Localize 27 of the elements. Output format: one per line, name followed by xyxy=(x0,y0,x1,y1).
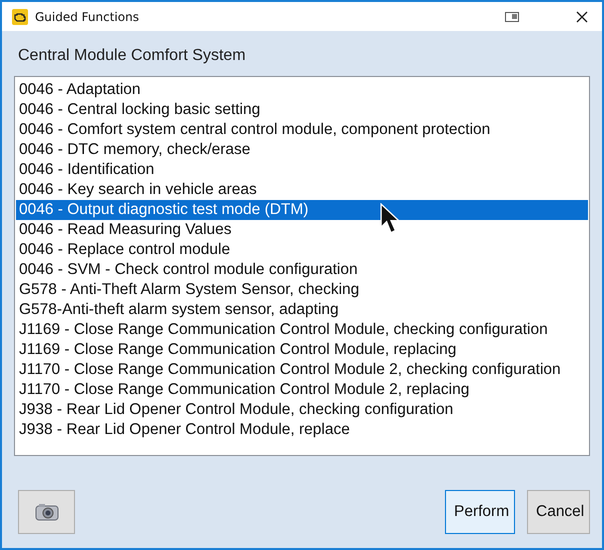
function-item[interactable]: J1170 - Close Range Communication Control Module 2, checking configuration xyxy=(16,360,588,380)
function-item[interactable]: 0046 - Adaptation xyxy=(16,80,588,100)
function-item[interactable]: 0046 - SVM - Check control module configuration xyxy=(16,260,588,280)
function-item[interactable]: 0046 - Key search in vehicle areas xyxy=(16,180,588,200)
close-icon[interactable] xyxy=(576,10,588,22)
camera-icon xyxy=(34,503,58,521)
section-heading: Central Module Comfort System xyxy=(18,47,247,65)
window-title: Guided Functions xyxy=(35,10,140,24)
cancel-button[interactable]: Cancel xyxy=(527,490,590,534)
screenshot-button[interactable] xyxy=(18,490,75,534)
perform-button[interactable]: Perform xyxy=(445,490,515,534)
function-item[interactable]: G578-Anti-theft alarm system sensor, adapting xyxy=(16,300,588,320)
function-item[interactable]: J1169 - Close Range Communication Control Module, replacing xyxy=(16,340,588,360)
function-item[interactable]: 0046 - Read Measuring Values xyxy=(16,220,588,240)
function-item[interactable]: J938 - Rear Lid Opener Control Module, replace xyxy=(16,420,588,440)
function-item[interactable]: 0046 - DTC memory, check/erase xyxy=(16,140,588,160)
function-item[interactable]: 0046 - Replace control module xyxy=(16,240,588,260)
function-item[interactable]: 0046 - Central locking basic setting xyxy=(16,100,588,120)
function-item[interactable]: J1170 - Close Range Communication Control Module 2, replacing xyxy=(16,380,588,400)
function-item[interactable]: 0046 - Identification xyxy=(16,160,588,180)
engine-icon xyxy=(12,8,28,24)
function-item[interactable]: J938 - Rear Lid Opener Control Module, checking configuration xyxy=(16,400,588,420)
window-mode-icon[interactable] xyxy=(505,12,519,22)
function-item[interactable]: 0046 - Comfort system central control module, component protection xyxy=(16,120,588,140)
function-item[interactable]: 0046 - Output diagnostic test mode (DTM) xyxy=(16,200,588,220)
function-item[interactable]: G578 - Anti-Theft Alarm System Sensor, checking xyxy=(16,280,588,300)
function-item[interactable]: J1169 - Close Range Communication Control Module, checking configuration xyxy=(16,320,588,340)
